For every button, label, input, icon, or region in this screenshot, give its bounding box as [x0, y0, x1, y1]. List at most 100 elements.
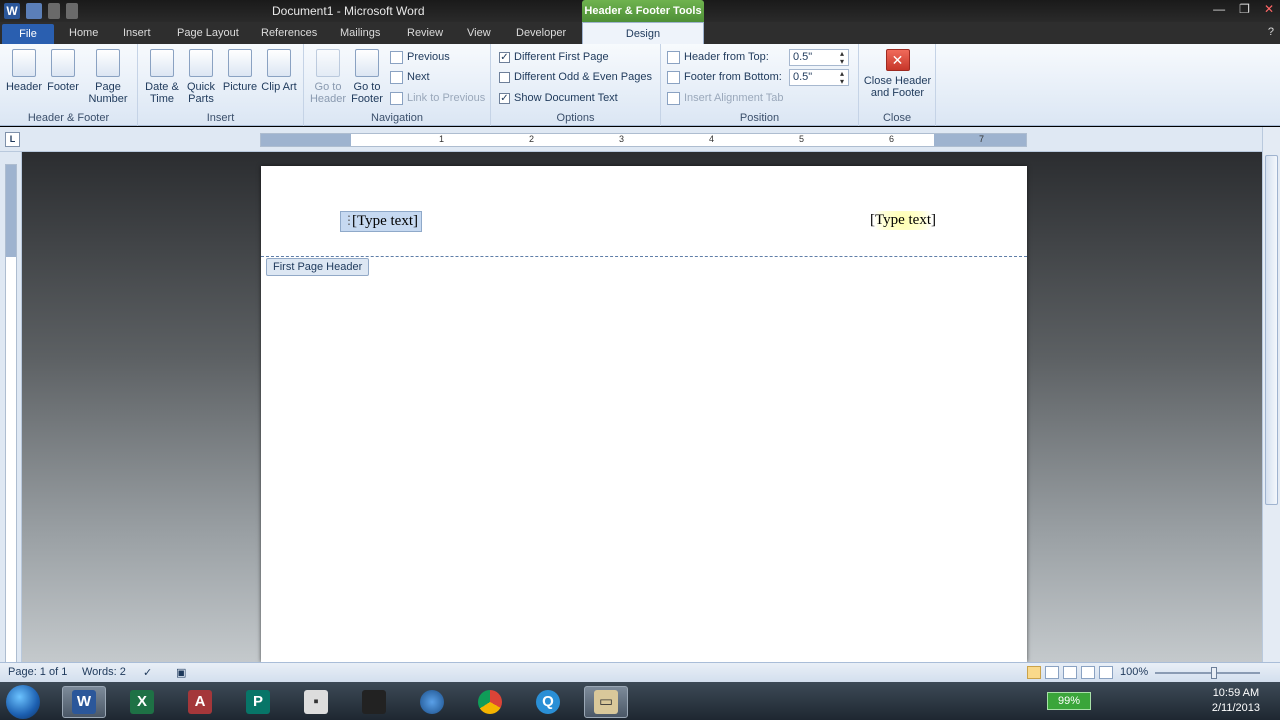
tab-file[interactable]: File	[2, 24, 54, 44]
checkbox-checked-icon: ✓	[499, 51, 510, 63]
tab-page-layout[interactable]: Page Layout	[177, 27, 239, 39]
header-left-content-control[interactable]: [Type text]	[340, 211, 423, 232]
start-button[interactable]	[6, 685, 40, 719]
link-to-previous-button[interactable]: Link to Previous	[390, 89, 485, 107]
ruler-number: 6	[889, 134, 895, 144]
tab-home[interactable]: Home	[69, 27, 98, 39]
picture-button[interactable]: Picture	[220, 49, 260, 93]
draft-view-icon[interactable]	[1099, 666, 1113, 679]
contextual-tab-group: Header & Footer Tools	[582, 0, 704, 22]
tab-references[interactable]: References	[261, 27, 317, 39]
clip-art-icon	[267, 49, 291, 77]
tab-view[interactable]: View	[467, 27, 491, 39]
access-icon: A	[188, 690, 212, 714]
macro-record-icon[interactable]: ▣	[176, 666, 186, 679]
page-count[interactable]: Page: 1 of 1	[8, 666, 67, 678]
insert-alignment-tab-button[interactable]: Insert Alignment Tab	[667, 89, 783, 107]
scrollbar-thumb[interactable]	[1265, 155, 1278, 505]
battery-indicator[interactable]: 99%	[1047, 692, 1091, 710]
redo-icon[interactable]	[66, 3, 78, 19]
vertical-ruler[interactable]	[0, 152, 22, 664]
tab-insert[interactable]: Insert	[123, 27, 151, 39]
taskbar: W X A P ▪ Q ▭ 99% 10:59 AM 2/11/2013	[0, 682, 1280, 720]
group-insert: Date & Time Quick Parts Picture Clip Art…	[138, 44, 304, 126]
clock[interactable]: 10:59 AM 2/11/2013	[1212, 686, 1260, 716]
full-screen-reading-view-icon[interactable]	[1045, 666, 1059, 679]
quicktime-icon: Q	[536, 690, 560, 714]
vertical-scrollbar[interactable]	[1262, 127, 1280, 662]
taskbar-chrome[interactable]	[468, 686, 512, 718]
outline-view-icon[interactable]	[1081, 666, 1095, 679]
taskbar-google-earth[interactable]	[410, 686, 454, 718]
footer-from-bottom-spinner[interactable]: 0.5"	[789, 69, 849, 86]
restore-icon[interactable]: ❐	[1239, 2, 1250, 16]
word-count[interactable]: Words: 2	[82, 666, 126, 678]
print-layout-view-icon[interactable]	[1027, 666, 1041, 679]
taskbar-app[interactable]: ▪	[294, 686, 338, 718]
word-app-icon[interactable]: W	[4, 3, 20, 19]
zoom-slider[interactable]	[1155, 667, 1260, 679]
ruler-number: 2	[529, 134, 535, 144]
show-document-text-checkbox[interactable]: ✓ Show Document Text	[499, 89, 618, 107]
tab-developer[interactable]: Developer	[516, 27, 566, 39]
minimize-icon[interactable]: —	[1213, 2, 1225, 16]
clip-art-button[interactable]: Clip Art	[259, 49, 299, 93]
group-navigation: Go to Header Go to Footer Previous Next …	[304, 44, 491, 126]
go-to-footer-button[interactable]: Go to Footer	[347, 49, 387, 105]
checkbox-unchecked-icon	[499, 71, 510, 83]
taskbar-publisher[interactable]: P	[236, 686, 280, 718]
header-right-content-control[interactable]: [Type text]	[867, 211, 940, 230]
taskbar-word[interactable]: W	[62, 686, 106, 718]
quick-parts-button[interactable]: Quick Parts	[181, 49, 221, 105]
different-odd-even-checkbox[interactable]: Different Odd & Even Pages	[499, 68, 652, 86]
taskbar-app-dark[interactable]	[352, 686, 396, 718]
ruler-number: 7	[979, 134, 985, 144]
zoom-level[interactable]: 100%	[1120, 666, 1148, 678]
document-page[interactable]: [Type text] [Type text] First Page Heade…	[261, 166, 1027, 662]
tab-selector[interactable]: L	[5, 132, 20, 147]
globe-icon	[420, 690, 444, 714]
different-first-page-checkbox[interactable]: ✓ Different First Page	[499, 48, 609, 66]
taskbar-quicktime[interactable]: Q	[526, 686, 570, 718]
quick-access-toolbar: W	[4, 3, 78, 19]
taskbar-access[interactable]: A	[178, 686, 222, 718]
previous-button[interactable]: Previous	[390, 48, 450, 66]
checkbox-checked-icon: ✓	[499, 92, 510, 104]
go-to-header-button[interactable]: Go to Header	[308, 49, 348, 105]
web-layout-view-icon[interactable]	[1063, 666, 1077, 679]
ribbon-tabs: File Home Insert Page Layout References …	[0, 22, 1280, 44]
taskbar-excel[interactable]: X	[120, 686, 164, 718]
footer-button[interactable]: Footer	[43, 49, 83, 93]
help-icon[interactable]: ?	[1268, 26, 1274, 38]
header-from-top-spinner[interactable]: 0.5"	[789, 49, 849, 66]
ruler-number: 1	[439, 134, 445, 144]
tab-design[interactable]: Design	[582, 22, 704, 44]
taskbar-explorer[interactable]: ▭	[584, 686, 628, 718]
footer-from-bottom-row: Footer from Bottom:	[667, 68, 782, 86]
zoom-slider-knob[interactable]	[1211, 667, 1217, 679]
ribbon: Header Footer Page Number Header & Foote…	[0, 44, 1280, 126]
status-bar: Page: 1 of 1 Words: 2 ✓ ▣ 100%	[0, 662, 1280, 682]
close-x-icon: ✕	[885, 49, 910, 71]
save-icon[interactable]	[26, 3, 42, 19]
date-time-button[interactable]: Date & Time	[142, 49, 182, 105]
group-position: Header from Top: 0.5" Footer from Bottom…	[661, 44, 859, 126]
close-icon[interactable]: ✕	[1264, 2, 1274, 16]
header-button[interactable]: Header	[4, 49, 44, 93]
horizontal-ruler[interactable]: 1 2 3 4 5 6 7	[260, 133, 1027, 147]
page-number-icon	[96, 49, 120, 77]
page-number-button[interactable]: Page Number	[86, 49, 130, 105]
next-button[interactable]: Next	[390, 68, 430, 86]
go-to-header-icon	[316, 49, 340, 77]
ruler-number: 4	[709, 134, 715, 144]
window-title: Document1 - Microsoft Word	[272, 4, 425, 18]
close-header-footer-button[interactable]: ✕ Close Header and Footer	[861, 49, 934, 99]
proofing-icon[interactable]: ✓	[143, 666, 152, 679]
tab-review[interactable]: Review	[407, 27, 443, 39]
tab-mailings[interactable]: Mailings	[340, 27, 380, 39]
excel-icon: X	[130, 690, 154, 714]
calendar-icon	[150, 49, 174, 77]
footer-icon	[51, 49, 75, 77]
undo-icon[interactable]	[48, 3, 60, 19]
first-page-header-tag: First Page Header	[266, 258, 370, 276]
